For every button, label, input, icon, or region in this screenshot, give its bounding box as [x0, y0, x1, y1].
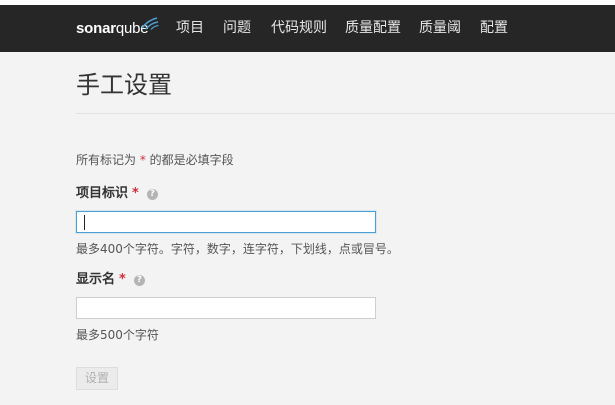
required-star: *: [132, 186, 139, 201]
logo-text-bold: sonar: [76, 20, 116, 37]
required-fields-note: 所有标记为 * 的都是必填字段: [76, 152, 234, 168]
sonarqube-logo[interactable]: sonarqube: [76, 19, 149, 39]
title-divider: [76, 113, 615, 114]
required-star: *: [119, 272, 126, 287]
project-key-hint: 最多400个字符。字符，数字，连字符，下划线，点或冒号。: [76, 242, 399, 256]
nav-item-quality-profiles[interactable]: 质量配置: [345, 18, 401, 38]
required-note-suffix: 的都是必填字段: [145, 153, 234, 167]
text-caret: [84, 215, 85, 230]
nav-item-administration[interactable]: 配置: [480, 18, 508, 38]
nav-item-projects[interactable]: 项目: [176, 18, 204, 38]
question-circle-icon[interactable]: ?: [146, 189, 158, 200]
project-key-input[interactable]: [76, 211, 376, 233]
nav-item-quality-gates[interactable]: 质量阈: [419, 18, 461, 38]
display-name-label: 显示名 *?: [76, 271, 145, 289]
logo-wave-icon: [141, 17, 159, 30]
nav-item-rules[interactable]: 代码规则: [271, 18, 327, 38]
setup-submit-button[interactable]: 设置: [76, 367, 118, 390]
question-circle-icon[interactable]: ?: [133, 275, 145, 286]
required-note-prefix: 所有标记为: [76, 153, 140, 167]
display-name-input[interactable]: [76, 297, 376, 319]
display-name-hint: 最多500个字符: [76, 328, 159, 342]
display-name-label-text: 显示名: [76, 272, 116, 287]
page-title: 手工设置: [76, 71, 172, 99]
top-navbar: sonarqube 项目 问题 代码规则 质量配置 质量阈 配置: [0, 5, 615, 52]
project-key-label: 项目标识 *?: [76, 185, 158, 203]
nav-item-issues[interactable]: 问题: [223, 18, 251, 38]
project-key-label-text: 项目标识: [76, 186, 129, 201]
